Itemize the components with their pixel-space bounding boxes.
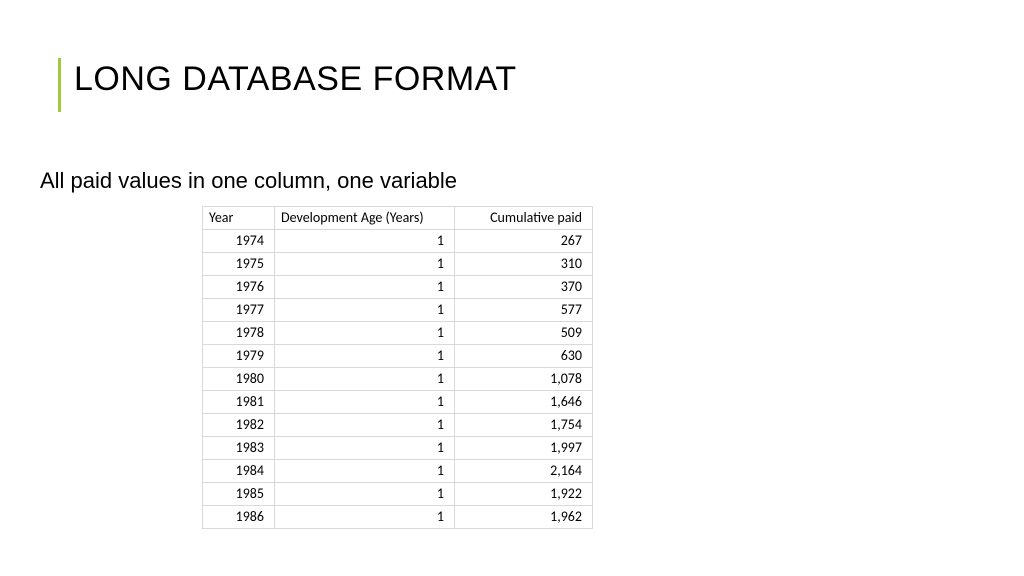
cell-year: 1978 <box>203 322 275 345</box>
table-row: 19791630 <box>203 345 593 368</box>
header-cumulative-paid: Cumulative paid <box>455 207 593 230</box>
cell-development-age: 1 <box>275 368 455 391</box>
cell-development-age: 1 <box>275 253 455 276</box>
cell-year: 1986 <box>203 506 275 529</box>
table-row: 198211,754 <box>203 414 593 437</box>
cell-development-age: 1 <box>275 437 455 460</box>
page-subtitle: All paid values in one column, one varia… <box>40 168 457 194</box>
cell-cumulative-paid: 267 <box>455 230 593 253</box>
table-row: 198412,164 <box>203 460 593 483</box>
cell-cumulative-paid: 1,646 <box>455 391 593 414</box>
cell-development-age: 1 <box>275 506 455 529</box>
cell-cumulative-paid: 1,922 <box>455 483 593 506</box>
cell-development-age: 1 <box>275 414 455 437</box>
cell-year: 1980 <box>203 368 275 391</box>
cell-development-age: 1 <box>275 299 455 322</box>
cell-year: 1984 <box>203 460 275 483</box>
cell-cumulative-paid: 1,962 <box>455 506 593 529</box>
table-row: 19751310 <box>203 253 593 276</box>
cell-year: 1982 <box>203 414 275 437</box>
cell-development-age: 1 <box>275 322 455 345</box>
cell-development-age: 1 <box>275 276 455 299</box>
cell-year: 1975 <box>203 253 275 276</box>
cell-cumulative-paid: 310 <box>455 253 593 276</box>
cell-cumulative-paid: 1,997 <box>455 437 593 460</box>
cell-cumulative-paid: 2,164 <box>455 460 593 483</box>
table-row: 19761370 <box>203 276 593 299</box>
cell-development-age: 1 <box>275 391 455 414</box>
header-year: Year <box>203 207 275 230</box>
cell-cumulative-paid: 509 <box>455 322 593 345</box>
header-development-age: Development Age (Years) <box>275 207 455 230</box>
cell-year: 1976 <box>203 276 275 299</box>
cell-year: 1979 <box>203 345 275 368</box>
cell-year: 1985 <box>203 483 275 506</box>
table-row: 198511,922 <box>203 483 593 506</box>
cell-year: 1983 <box>203 437 275 460</box>
table-row: 19741267 <box>203 230 593 253</box>
cell-cumulative-paid: 577 <box>455 299 593 322</box>
table-row: 19771577 <box>203 299 593 322</box>
cell-cumulative-paid: 1,754 <box>455 414 593 437</box>
cell-development-age: 1 <box>275 230 455 253</box>
table-row: 198011,078 <box>203 368 593 391</box>
data-table: Year Development Age (Years) Cumulative … <box>202 206 593 529</box>
table-row: 198111,646 <box>203 391 593 414</box>
cell-year: 1974 <box>203 230 275 253</box>
cell-cumulative-paid: 370 <box>455 276 593 299</box>
cell-development-age: 1 <box>275 345 455 368</box>
cell-development-age: 1 <box>275 483 455 506</box>
table-header-row: Year Development Age (Years) Cumulative … <box>203 207 593 230</box>
cell-cumulative-paid: 630 <box>455 345 593 368</box>
title-accent-bar <box>58 58 61 112</box>
data-table-wrap: Year Development Age (Years) Cumulative … <box>202 206 593 529</box>
cell-cumulative-paid: 1,078 <box>455 368 593 391</box>
table-row: 198311,997 <box>203 437 593 460</box>
cell-year: 1977 <box>203 299 275 322</box>
page-title: LONG DATABASE FORMAT <box>74 60 517 99</box>
cell-development-age: 1 <box>275 460 455 483</box>
table-row: 19781509 <box>203 322 593 345</box>
cell-year: 1981 <box>203 391 275 414</box>
table-row: 198611,962 <box>203 506 593 529</box>
